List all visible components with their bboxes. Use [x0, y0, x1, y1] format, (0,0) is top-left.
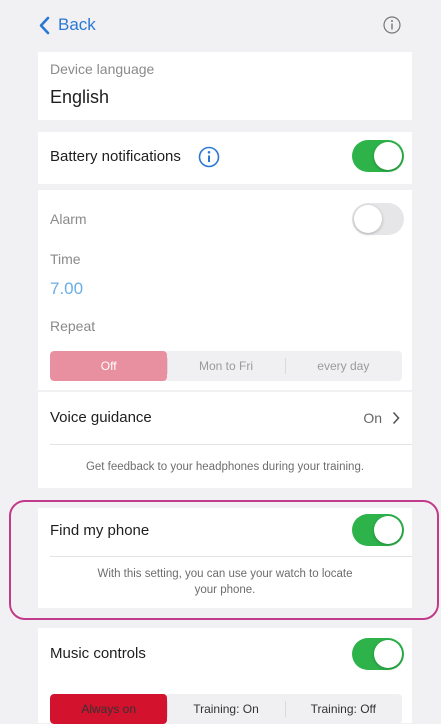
alarm-card: Alarm Time 7.00 Repeat Off Mon to Fri ev… [38, 190, 412, 390]
chevron-right-icon [392, 411, 400, 425]
navigation-bar: Back [0, 0, 441, 52]
time-value[interactable]: 7.00 [50, 279, 83, 299]
repeat-segmented-control: Off Mon to Fri every day [50, 351, 402, 381]
battery-notifications-label: Battery notifications [50, 148, 181, 165]
alarm-toggle[interactable] [352, 203, 404, 235]
voice-guidance-description: Get feedback to your headphones during y… [85, 461, 365, 473]
back-button[interactable]: Back [38, 12, 96, 38]
info-icon[interactable] [198, 146, 220, 168]
music-controls-card: Music controls Always on Training: On Tr… [38, 628, 412, 724]
battery-notifications-toggle[interactable] [352, 140, 404, 172]
voice-guidance-value: On [363, 410, 382, 426]
toggle-knob [374, 142, 402, 170]
highlight-outline [9, 500, 439, 620]
music-option-training-on[interactable]: Training: On [167, 694, 284, 724]
back-label: Back [58, 15, 96, 34]
repeat-label: Repeat [50, 318, 96, 334]
repeat-option-every-day[interactable]: every day [284, 351, 402, 381]
toggle-knob [354, 205, 382, 233]
voice-guidance-card: Voice guidance On Get feedback to your h… [38, 392, 412, 488]
device-language-label: Device language [50, 61, 155, 77]
repeat-option-mon-to-fri[interactable]: Mon to Fri [167, 351, 284, 381]
divider [50, 444, 412, 445]
info-icon[interactable] [383, 16, 401, 34]
music-controls-segmented-control: Always on Training: On Training: Off [50, 694, 402, 724]
music-option-training-off[interactable]: Training: Off [284, 694, 402, 724]
chevron-left-icon [39, 16, 50, 34]
device-language-card[interactable]: Device language English [38, 52, 412, 120]
time-label: Time [50, 251, 81, 267]
voice-guidance-row[interactable]: Voice guidance On [38, 392, 412, 444]
alarm-label: Alarm [50, 211, 87, 227]
music-option-always-on[interactable]: Always on [50, 694, 168, 724]
repeat-option-off[interactable]: Off [50, 351, 168, 381]
music-controls-label: Music controls [50, 645, 146, 662]
battery-notifications-row: Battery notifications [38, 132, 412, 184]
toggle-knob [374, 640, 402, 668]
device-language-value: English [50, 87, 110, 107]
music-controls-toggle[interactable] [352, 638, 404, 670]
voice-guidance-label: Voice guidance [50, 409, 152, 426]
